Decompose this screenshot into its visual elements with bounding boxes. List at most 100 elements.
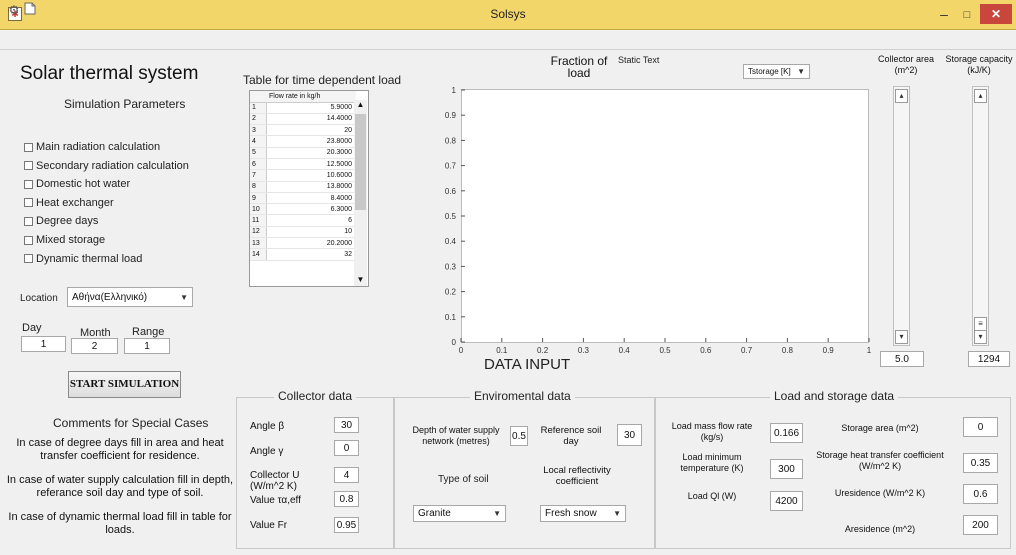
chevron-down-icon: ▼ (493, 509, 501, 518)
checkbox-box[interactable] (24, 254, 33, 264)
location-dropdown[interactable]: Αθήνα(Ελληνικό) ▼ (67, 287, 193, 307)
load-field-label: Load minimum temperature (K) (680, 452, 744, 473)
flow-rate-cell[interactable]: 14.4000 (266, 113, 356, 126)
table-row[interactable]: 5 20.3000 (250, 147, 356, 159)
load-field-input[interactable]: 300 (770, 459, 803, 479)
slider-up-icon[interactable]: ▴ (974, 89, 987, 103)
storage-capacity-value[interactable]: 1294 (968, 351, 1010, 367)
start-simulation-button[interactable]: START SIMULATION (68, 371, 181, 398)
storage-field-input[interactable]: 200 (963, 515, 998, 535)
fraction-label-line2: load (567, 66, 591, 80)
flow-rate-cell[interactable]: 10.6000 (266, 169, 356, 182)
flow-rate-cell[interactable]: 20.3000 (266, 147, 356, 159)
checkbox-box[interactable] (24, 142, 33, 152)
storage-field-input[interactable]: 0.35 (963, 453, 998, 473)
flow-rate-cell[interactable]: 8.4000 (266, 192, 356, 205)
flow-rate-cell[interactable]: 10 (266, 226, 356, 239)
table-row[interactable]: 3 20 (250, 124, 356, 137)
reflectivity-dropdown[interactable]: Fresh snow ▼ (540, 505, 626, 522)
table-row[interactable]: 9 8.4000 (250, 192, 356, 205)
collector-field-input[interactable]: 0.8 (334, 491, 359, 507)
storage-capacity-slider[interactable]: ▴ ≡ ▾ (972, 86, 989, 346)
reflectivity-value: Fresh snow (545, 508, 597, 519)
flow-rate-cell[interactable]: 6 (266, 214, 356, 227)
reference-soil-day-input[interactable]: 30 (617, 424, 642, 446)
slider-down-icon[interactable]: ▾ (895, 330, 908, 344)
option-label: Dynamic thermal load (36, 252, 143, 265)
slider-up-icon[interactable]: ▴ (895, 89, 908, 103)
flow-rate-cell[interactable]: 23.8000 (266, 135, 356, 148)
option-label: Degree days (36, 215, 99, 228)
table-row[interactable]: 12 10 (250, 226, 356, 239)
soil-type-dropdown[interactable]: Granite ▼ (413, 505, 506, 522)
flow-rate-cell[interactable]: 13.8000 (266, 181, 356, 193)
table-row[interactable]: 6 12.5000 (250, 158, 356, 171)
x-tick-label: 0.5 (659, 346, 671, 355)
checkbox-box[interactable] (24, 179, 33, 189)
chevron-down-icon: ▼ (797, 67, 805, 76)
option-checkbox[interactable]: Degree days (24, 215, 98, 227)
storage-field-input[interactable]: 0 (963, 417, 998, 437)
depth-input[interactable]: 0.5 (510, 426, 528, 446)
minimize-button[interactable]: – (933, 6, 955, 24)
load-storage-title: Load and storage data (770, 389, 899, 403)
flow-rate-cell[interactable]: 12.5000 (266, 158, 356, 171)
month-input[interactable]: 2 (71, 338, 118, 354)
x-tick-label: 0.8 (782, 346, 794, 355)
collector-area-slider[interactable]: ▴ ▾ (893, 86, 910, 346)
flow-rate-cell[interactable]: 32 (266, 248, 356, 261)
simulation-parameters-label: Simulation Parameters (64, 97, 186, 111)
table-row[interactable]: 13 20.2000 (250, 237, 356, 250)
checkbox-box[interactable] (24, 161, 33, 171)
table-row[interactable]: 4 23.8000 (250, 135, 356, 148)
scroll-down-icon[interactable]: ▼ (355, 275, 366, 285)
table-row[interactable]: 7 10.6000 (250, 169, 356, 182)
collector-field-input[interactable]: 0 (334, 440, 359, 456)
maximize-button[interactable]: □ (956, 6, 978, 24)
table-row[interactable]: 10 6.3000 (250, 203, 356, 216)
flow-rate-cell[interactable]: 5.9000 (266, 102, 356, 114)
depth-label: Depth of water supply network (metres) (412, 425, 500, 446)
flow-rate-cell[interactable]: 20.2000 (266, 237, 356, 250)
table-row[interactable]: 14 32 (250, 248, 356, 261)
scroll-up-icon[interactable]: ▲ (355, 100, 366, 110)
checkbox-box[interactable] (24, 235, 33, 245)
flow-rate-cell[interactable]: 20 (266, 124, 356, 137)
load-table[interactable]: Flow rate in kg/h 1 5.9000 2 14.4000 3 20 4 23.… (249, 90, 369, 287)
collector-field-input[interactable]: 4 (334, 467, 359, 483)
storage-capacity-label: Storage capacity (kJ/K) (942, 54, 1016, 76)
gear-icon[interactable]: ⚙ (6, 2, 22, 18)
range-input[interactable]: 1 (124, 338, 170, 354)
table-row[interactable]: 11 6 (250, 214, 356, 227)
checkbox-box[interactable] (24, 198, 33, 208)
collector-area-value[interactable]: 5.0 (880, 351, 924, 367)
option-checkbox[interactable]: Main radiation calculation (24, 141, 160, 153)
collector-field-label: Angle β (250, 421, 285, 432)
day-input[interactable]: 1 (21, 336, 66, 352)
option-checkbox[interactable]: Secondary radiation calculation (24, 160, 189, 172)
scrollbar-thumb[interactable] (355, 114, 366, 210)
table-row[interactable]: 1 5.9000 (250, 102, 356, 114)
storage-field-input[interactable]: 0.6 (963, 484, 998, 504)
table-row[interactable]: 2 14.4000 (250, 113, 356, 126)
toolbar (0, 30, 1016, 50)
close-button[interactable]: ✕ (980, 4, 1012, 24)
tstorage-dropdown[interactable]: Tstorage [K] ▼ (743, 64, 810, 79)
option-checkbox[interactable]: Domestic hot water (24, 178, 130, 190)
flow-rate-cell[interactable]: 6.3000 (266, 203, 356, 216)
load-field-input[interactable]: 4200 (770, 491, 803, 511)
load-table-scrollbar[interactable]: ▲ ▼ (354, 100, 367, 286)
new-document-icon[interactable] (22, 2, 38, 18)
slider-handle-icon[interactable]: ≡ (974, 317, 987, 331)
table-row[interactable]: 8 13.8000 (250, 181, 356, 193)
collector-field-input[interactable]: 0.95 (334, 517, 359, 533)
checkbox-box[interactable] (24, 216, 33, 226)
option-checkbox[interactable]: Dynamic thermal load (24, 253, 142, 265)
load-field-input[interactable]: 0.166 (770, 423, 803, 443)
collector-field-input[interactable]: 30 (334, 417, 359, 433)
slider-down-icon[interactable]: ▾ (974, 330, 987, 344)
option-checkbox[interactable]: Mixed storage (24, 234, 105, 246)
y-tick-label: 0.8 (445, 136, 457, 145)
option-label: Mixed storage (36, 234, 106, 246)
option-checkbox[interactable]: Heat exchanger (24, 197, 114, 209)
